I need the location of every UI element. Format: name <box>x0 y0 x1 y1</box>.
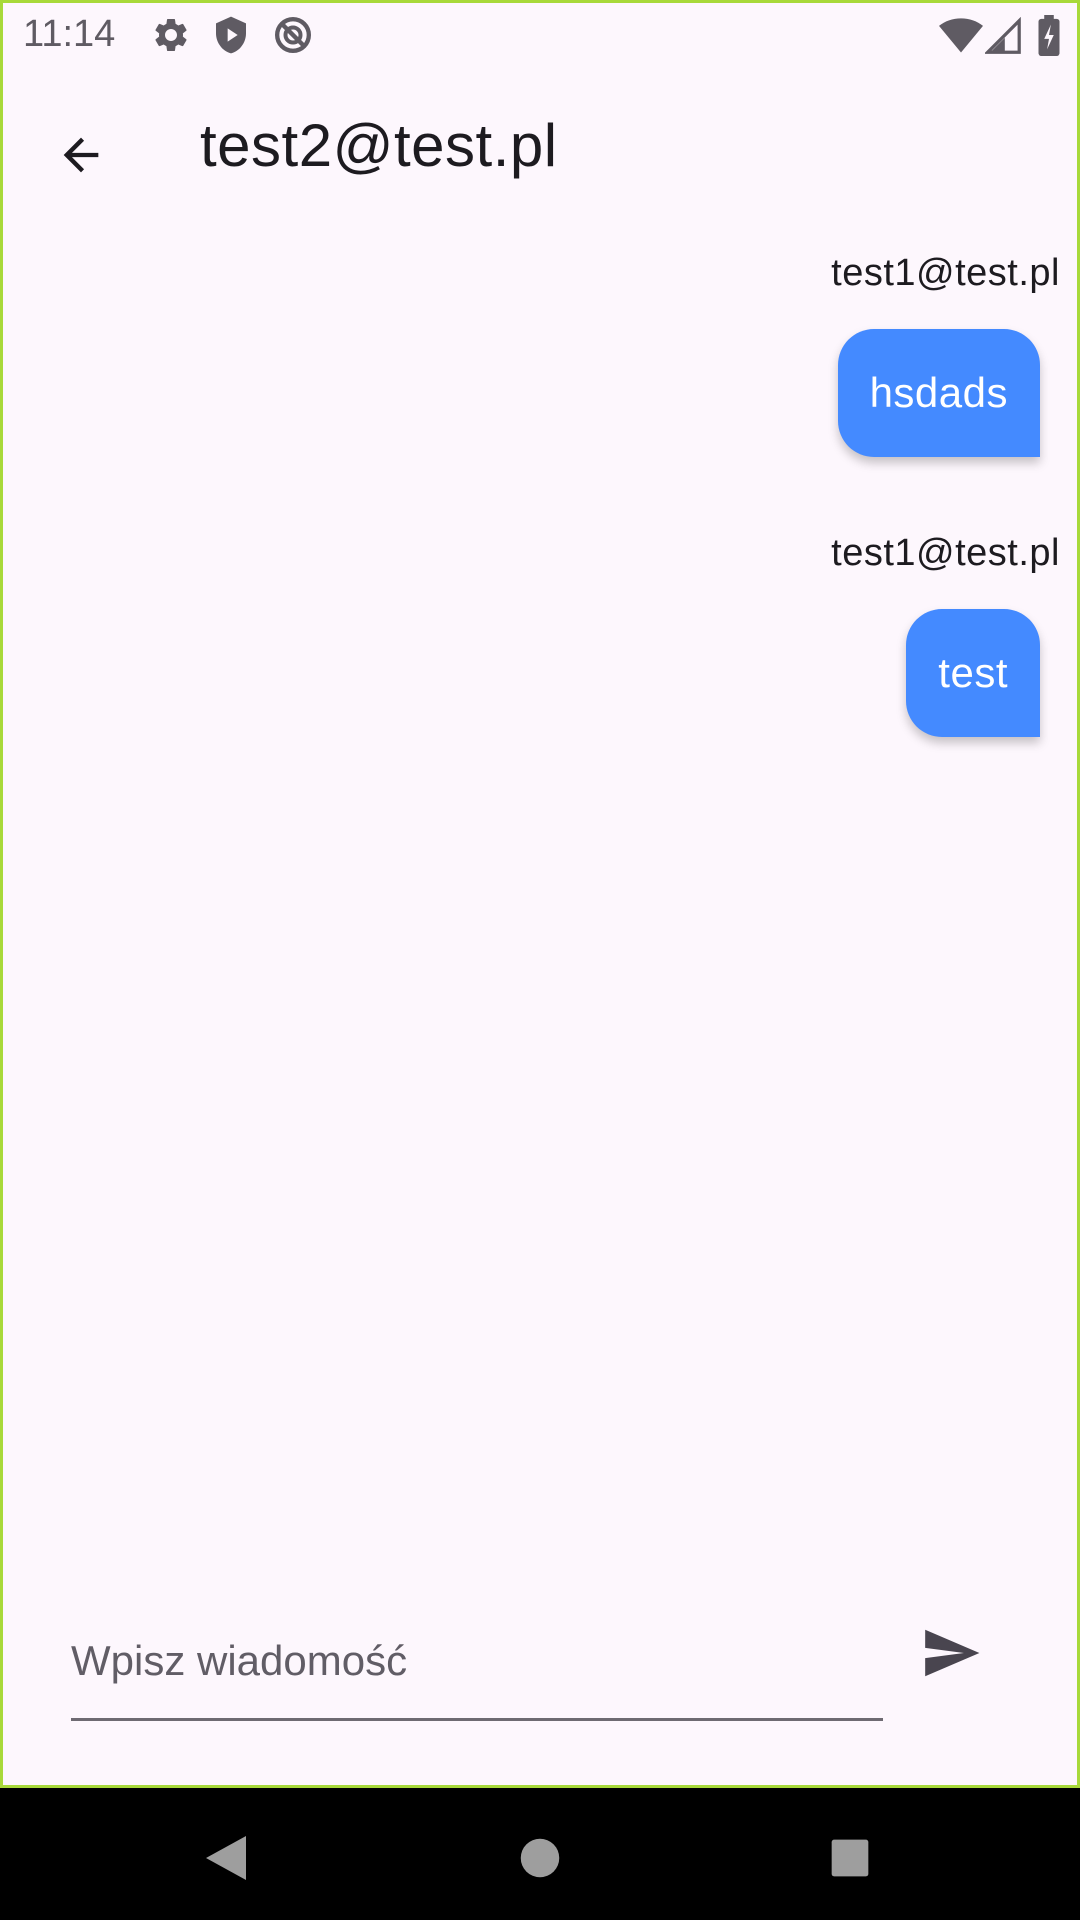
message-sender: test1@test.pl <box>831 532 1060 574</box>
message-bubble[interactable]: test <box>906 609 1040 737</box>
message-item: test1@test.pl hsdads <box>3 221 1077 457</box>
back-button[interactable] <box>33 109 129 205</box>
message-list: test1@test.pl hsdads test1@test.pl test <box>3 221 1077 781</box>
message-item: test1@test.pl test <box>3 501 1077 737</box>
wifi-icon <box>939 17 983 60</box>
app-screen: 11:14 test2@test.pl test1@test.pl hsdads… <box>0 0 1080 1788</box>
nav-home-button[interactable] <box>492 1812 588 1908</box>
send-button[interactable] <box>903 1607 999 1703</box>
chat-partner-title: test2@test.pl <box>200 112 558 179</box>
home-circle-icon <box>519 1837 561 1884</box>
battery-charging-icon <box>1037 15 1061 62</box>
status-time: 11:14 <box>23 13 116 55</box>
status-bar: 11:14 <box>3 3 1077 67</box>
back-triangle-icon <box>204 1834 248 1887</box>
message-sender: test1@test.pl <box>831 252 1060 294</box>
do-not-disturb-icon <box>273 15 313 60</box>
message-input[interactable] <box>71 1603 883 1721</box>
cellular-signal-icon <box>983 16 1021 60</box>
nav-recents-button[interactable] <box>802 1812 898 1908</box>
message-composer <box>3 1603 1077 1733</box>
nav-back-button[interactable] <box>178 1812 274 1908</box>
app-bar: test2@test.pl <box>3 67 1077 221</box>
send-icon <box>920 1622 982 1689</box>
shield-play-icon <box>211 15 251 60</box>
arrow-back-icon <box>55 129 107 186</box>
message-bubble[interactable]: hsdads <box>837 329 1040 457</box>
recents-square-icon <box>830 1838 870 1883</box>
gear-icon <box>151 15 191 60</box>
system-nav-bar <box>0 1788 1080 1920</box>
